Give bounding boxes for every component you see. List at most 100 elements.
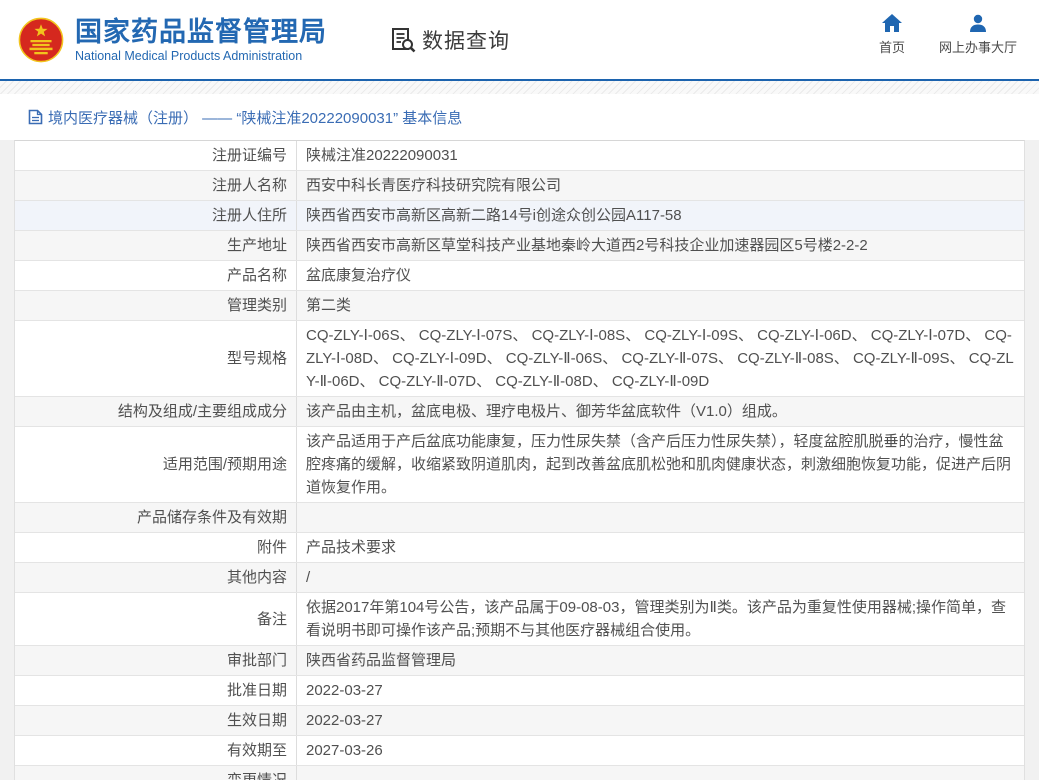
row-value: / [297, 563, 1024, 592]
row-label-text: 批准日期 [227, 679, 287, 702]
row-value-text: 西安中科长青医疗科技研究院有限公司 [306, 174, 561, 197]
data-query-section[interactable]: 数据查询 [389, 25, 510, 55]
table-row: 备注依据2017年第104号公告，该产品属于09-08-03，管理类别为Ⅱ类。该… [15, 593, 1024, 646]
site-logo[interactable]: 国家药品监督管理局 National Medical Products Admi… [18, 17, 327, 63]
row-value-text: 陕西省药品监督管理局 [306, 649, 456, 672]
header-nav: 首页 网上办事大厅 [879, 14, 1017, 56]
row-value: 第二类 [297, 291, 1024, 320]
row-label-text: 备注 [257, 608, 287, 631]
row-value [297, 503, 1024, 532]
row-value: 西安中科长青医疗科技研究院有限公司 [297, 171, 1024, 200]
row-value: 陕械注准20222090031 [297, 141, 1024, 170]
row-label-text: 生产地址 [227, 234, 287, 257]
row-label-text: 其他内容 [227, 566, 287, 589]
row-label-text: 注册人住所 [212, 204, 287, 227]
header-divider-texture [0, 81, 1039, 94]
row-value: 2027-03-26 [297, 736, 1024, 765]
row-label: 生产地址 [15, 231, 297, 260]
row-value-text: 第二类 [306, 294, 351, 317]
row-label-text: 结构及组成/主要组成成分 [118, 400, 287, 423]
row-label: 备注 [15, 593, 297, 645]
nav-service-hall[interactable]: 网上办事大厅 [939, 14, 1017, 56]
row-label: 变更情况 [15, 766, 297, 780]
row-value-text: / [306, 566, 310, 589]
breadcrumb: 境内医疗器械（注册） —— “陕械注准20222090031” 基本信息 [0, 94, 1039, 140]
row-value-text: 盆底康复治疗仪 [306, 264, 411, 287]
row-value-text: 产品技术要求 [306, 536, 396, 559]
row-label: 有效期至 [15, 736, 297, 765]
row-label: 注册人住所 [15, 201, 297, 230]
table-row: 审批部门陕西省药品监督管理局 [15, 646, 1024, 676]
row-label-text: 产品储存条件及有效期 [137, 506, 287, 529]
row-label-text: 变更情况 [227, 769, 287, 780]
table-row: 注册证编号陕械注准20222090031 [15, 141, 1024, 171]
row-label: 产品储存条件及有效期 [15, 503, 297, 532]
row-label: 注册证编号 [15, 141, 297, 170]
row-label-text: 产品名称 [227, 264, 287, 287]
row-label-text: 注册人名称 [212, 174, 287, 197]
table-row: 型号规格 CQ-ZLY-Ⅰ-06S、 CQ-ZLY-Ⅰ-07S、 CQ-ZLY-Ⅰ… [15, 321, 1024, 397]
row-label-text: 管理类别 [227, 294, 287, 317]
row-value-text: CQ-ZLY-Ⅰ-06S、 CQ-ZLY-Ⅰ-07S、 CQ-ZLY-Ⅰ-08S… [306, 324, 1014, 393]
row-label: 附件 [15, 533, 297, 562]
row-value-text: 该产品适用于产后盆底功能康复，压力性尿失禁（含产后压力性尿失禁），轻度盆腔肌脱垂… [306, 430, 1014, 499]
row-value: 陕西省西安市高新区草堂科技产业基地秦岭大道西2号科技企业加速器园区5号楼2-2-… [297, 231, 1024, 260]
table-row: 生效日期 2022-03-27 [15, 706, 1024, 736]
row-value-text: 该产品由主机，盆底电极、理疗电极片、御芳华盆底软件（V1.0）组成。 [306, 400, 787, 423]
row-label-text: 型号规格 [227, 347, 287, 370]
row-label-text: 有效期至 [227, 739, 287, 762]
table-row: 管理类别第二类 [15, 291, 1024, 321]
row-label: 结构及组成/主要组成成分 [15, 397, 297, 426]
page-title: 境内医疗器械（注册） —— “陕械注准20222090031” 基本信息 [48, 107, 462, 128]
row-value: 陕西省西安市高新区高新二路14号i创途众创公园A117-58 [297, 201, 1024, 230]
row-value: 陕西省药品监督管理局 [297, 646, 1024, 675]
row-value: 产品技术要求 [297, 533, 1024, 562]
row-value-text: 2022-03-27 [306, 709, 383, 732]
site-title: 国家药品监督管理局 [75, 17, 327, 47]
row-value-text: 陕械注准20222090031 [306, 144, 458, 167]
row-value: 该产品由主机，盆底电极、理疗电极片、御芳华盆底软件（V1.0）组成。 [297, 397, 1024, 426]
row-label: 注册人名称 [15, 171, 297, 200]
national-emblem-icon [18, 17, 64, 63]
row-label: 生效日期 [15, 706, 297, 735]
row-label-text: 附件 [257, 536, 287, 559]
row-value [297, 766, 1024, 780]
table-row: 生产地址陕西省西安市高新区草堂科技产业基地秦岭大道西2号科技企业加速器园区5号楼… [15, 231, 1024, 261]
nav-home-label: 首页 [879, 37, 905, 56]
table-row: 变更情况 [15, 766, 1024, 780]
nav-home[interactable]: 首页 [879, 14, 905, 56]
row-label: 适用范围/预期用途 [15, 427, 297, 502]
document-icon [28, 109, 43, 125]
row-value: 该产品适用于产后盆底功能康复，压力性尿失禁（含产后压力性尿失禁），轻度盆腔肌脱垂… [297, 427, 1024, 502]
row-label: 管理类别 [15, 291, 297, 320]
table-row: 其他内容 / [15, 563, 1024, 593]
table-row: 有效期至 2027-03-26 [15, 736, 1024, 766]
row-label: 其他内容 [15, 563, 297, 592]
row-label-text: 生效日期 [227, 709, 287, 732]
row-label: 审批部门 [15, 646, 297, 675]
row-label: 型号规格 [15, 321, 297, 396]
table-row: 注册人名称西安中科长青医疗科技研究院有限公司 [15, 171, 1024, 201]
table-row: 注册人住所陕西省西安市高新区高新二路14号i创途众创公园A117-58 [15, 201, 1024, 231]
row-value: 依据2017年第104号公告，该产品属于09-08-03，管理类别为Ⅱ类。该产品… [297, 593, 1024, 645]
row-value: 2022-03-27 [297, 676, 1024, 705]
row-value-text: 依据2017年第104号公告，该产品属于09-08-03，管理类别为Ⅱ类。该产品… [306, 596, 1014, 642]
row-label: 产品名称 [15, 261, 297, 290]
table-row: 适用范围/预期用途该产品适用于产后盆底功能康复，压力性尿失禁（含产后压力性尿失禁… [15, 427, 1024, 503]
nav-service-hall-label: 网上办事大厅 [939, 37, 1017, 56]
row-value: 盆底康复治疗仪 [297, 261, 1024, 290]
table-row: 批准日期 2022-03-27 [15, 676, 1024, 706]
row-label: 批准日期 [15, 676, 297, 705]
row-value-text: 陕西省西安市高新区草堂科技产业基地秦岭大道西2号科技企业加速器园区5号楼2-2-… [306, 234, 868, 257]
table-row: 结构及组成/主要组成成分该产品由主机，盆底电极、理疗电极片、御芳华盆底软件（V1… [15, 397, 1024, 427]
table-row: 附件产品技术要求 [15, 533, 1024, 563]
row-value-text: 陕西省西安市高新区高新二路14号i创途众创公园A117-58 [306, 204, 682, 227]
document-search-icon [389, 26, 417, 54]
site-header: 国家药品监督管理局 National Medical Products Admi… [0, 0, 1039, 81]
table-row: 产品储存条件及有效期 [15, 503, 1024, 533]
row-label-text: 适用范围/预期用途 [163, 453, 287, 476]
table-row: 产品名称盆底康复治疗仪 [15, 261, 1024, 291]
row-value-text: 2022-03-27 [306, 679, 383, 702]
row-value: 2022-03-27 [297, 706, 1024, 735]
row-value: CQ-ZLY-Ⅰ-06S、 CQ-ZLY-Ⅰ-07S、 CQ-ZLY-Ⅰ-08S… [297, 321, 1024, 396]
